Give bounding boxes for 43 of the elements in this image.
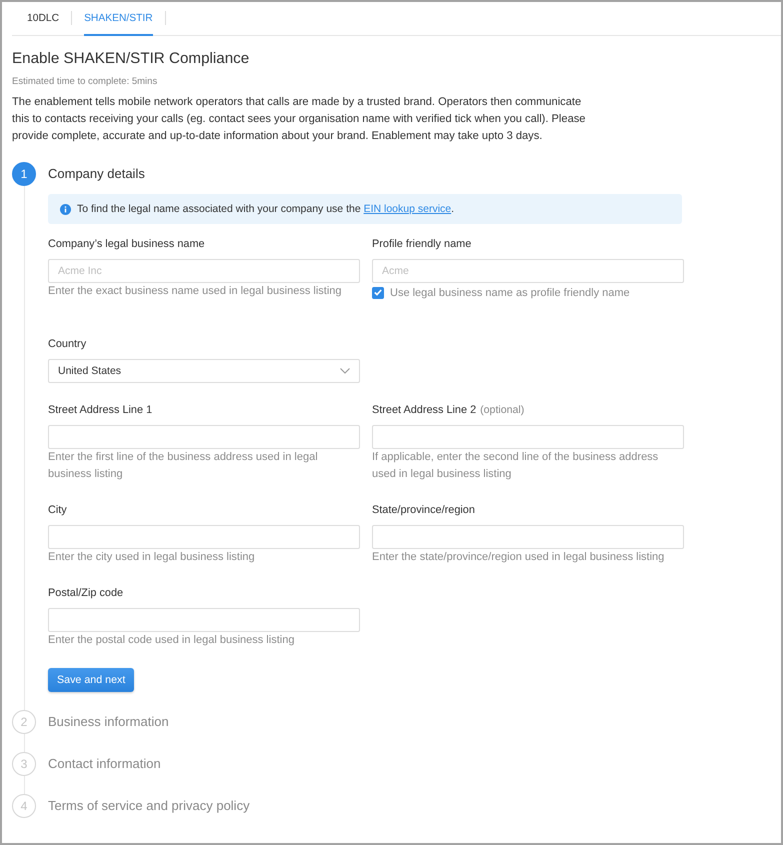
field-label: Profile friendly name	[372, 237, 472, 252]
tab[interactable]: SHAKEN/STIR	[84, 2, 153, 36]
field-label: Street Address Line 2	[372, 403, 476, 418]
chevron-down-icon	[340, 368, 350, 374]
time-estimate: Estimated time to complete: 5mins	[12, 75, 158, 89]
input-field[interactable]	[48, 425, 360, 449]
field-label: City	[48, 503, 67, 518]
step-title: Business information	[48, 713, 170, 731]
field-label: Street Address Line 1	[48, 403, 152, 418]
step-title: Company details	[48, 165, 146, 183]
checkbox[interactable]	[372, 286, 384, 298]
field-hint: Enter the exact business name used in legal business listing	[48, 284, 343, 299]
description-text: The enablement tells mobile network operators that calls are made by a trusted brand. Operators then communicate this to contacts receiving your calls (eg. contact sees your organisation name with verified tick when you call). Please provide complete, accurate and up-to-date information about your brand. Enablement may take upto 3 days.	[12, 95, 586, 144]
field-label: Company’s legal business name	[48, 237, 205, 252]
ein-lookup-link[interactable]: EIN lookup service	[364, 203, 452, 215]
input-field[interactable]	[372, 425, 684, 449]
page-title: Enable SHAKEN/STIR Compliance	[12, 49, 250, 69]
input-field[interactable]: Acme	[372, 259, 684, 283]
input-field[interactable]: Acme Inc	[48, 259, 360, 283]
field-label: State/province/region	[372, 503, 475, 518]
input-field[interactable]	[48, 608, 360, 632]
input-field[interactable]	[48, 525, 360, 549]
save-and-next-button[interactable]: Save and next	[48, 668, 134, 692]
info-icon	[60, 204, 71, 214]
field-hint: If applicable, enter the second line of the business address used in legal business listing	[372, 450, 660, 482]
field-label: Postal/Zip code	[48, 586, 124, 601]
field-hint: Enter the postal code used in legal business listing	[48, 633, 296, 648]
field-hint: Enter the first line of the business address used in legal business listing	[48, 450, 319, 482]
step-title: Contact information	[48, 755, 162, 773]
input-field[interactable]	[372, 525, 684, 549]
info-text: To find the legal name associated with your company use the EIN lookup service.	[77, 203, 454, 215]
step-number: 2	[12, 710, 36, 734]
optional-note: (optional)	[480, 403, 524, 418]
field-label: Country	[48, 337, 86, 352]
checkbox-label: Use legal business name as profile friendly name	[390, 286, 630, 298]
step-number: 4	[12, 794, 36, 818]
field-hint: Enter the state/province/region used in legal business listing	[372, 550, 666, 565]
step-number: 1	[12, 162, 36, 186]
field-hint: Enter the city used in legal business listing	[48, 550, 256, 565]
country-select[interactable]: United States	[48, 359, 360, 383]
step-number: 3	[12, 752, 36, 776]
step-title: Terms of service and privacy policy	[48, 797, 251, 815]
tab[interactable]: 10DLC	[27, 2, 60, 36]
